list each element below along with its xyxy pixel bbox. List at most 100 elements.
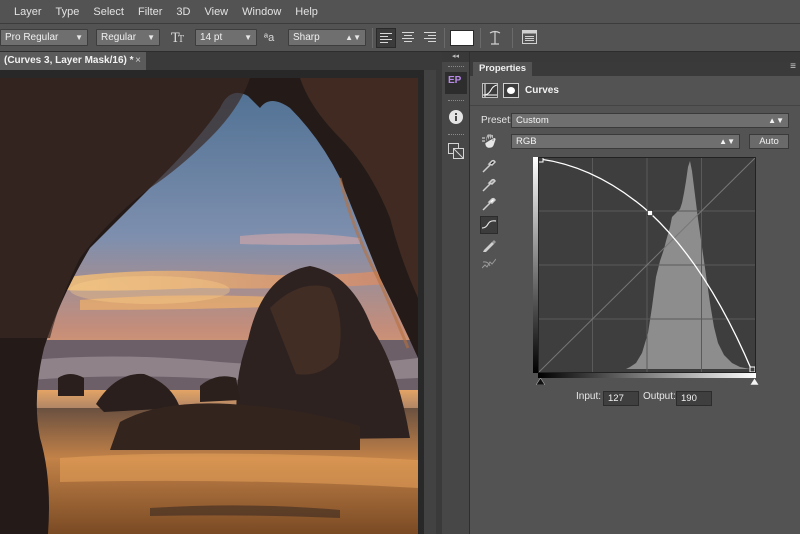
menu-3d[interactable]: 3D <box>169 0 197 24</box>
panel-title: Curves <box>525 85 559 96</box>
preset-value: Custom <box>516 115 549 126</box>
document-tab-title: (Curves 3, Layer Mask/16) * <box>4 55 134 66</box>
pencil-icon <box>483 240 496 252</box>
sea-cave-sunset-image <box>0 78 418 534</box>
panel-tab-row: Properties ≡ <box>470 61 800 76</box>
dock-grip[interactable] <box>448 134 464 136</box>
chevron-down-icon: ▲▼ <box>768 116 784 125</box>
align-right-button[interactable] <box>420 28 440 48</box>
options-bar: Pro Regular ▼ Regular ▼ TT 14 pt ▼ ªa Sh… <box>0 24 800 52</box>
eyedropper-icon <box>482 178 496 192</box>
collapse-dock-icon[interactable]: ◂◂ <box>442 52 469 62</box>
input-gradient-bar <box>538 373 756 378</box>
info-panel-button[interactable] <box>445 106 467 128</box>
output-field[interactable]: 190 <box>676 391 712 406</box>
font-size-value: 14 pt <box>200 32 223 43</box>
menu-select[interactable]: Select <box>86 0 131 24</box>
chevron-down-icon: ▲▼ <box>719 137 735 146</box>
document-tab[interactable]: (Curves 3, Layer Mask/16) * × <box>0 52 146 70</box>
text-color-swatch[interactable] <box>450 30 474 46</box>
channel-value: RGB <box>516 136 537 147</box>
divider <box>372 28 373 48</box>
dock-grip[interactable] <box>448 100 464 102</box>
svg-text:T: T <box>178 35 184 44</box>
layer-comps-panel-button[interactable] <box>445 140 467 162</box>
smooth-curve-tool[interactable] <box>480 255 498 273</box>
curves-adjustment-icon[interactable] <box>482 83 498 98</box>
document-canvas[interactable] <box>0 70 436 534</box>
mask-icon[interactable] <box>503 83 519 98</box>
canvas-vertical-scrollbar[interactable] <box>424 70 436 534</box>
ep-logo-icon: EP <box>445 72 467 94</box>
chevron-down-icon: ▼ <box>147 33 155 42</box>
document-tab-bar: (Curves 3, Layer Mask/16) * × <box>0 52 436 70</box>
preset-dropdown[interactable]: Custom ▲▼ <box>511 113 789 128</box>
divider <box>512 28 513 48</box>
targeted-adjustment-tool[interactable] <box>482 132 500 150</box>
output-label: Output: <box>643 391 676 402</box>
character-panel-icon[interactable] <box>522 30 537 48</box>
align-right-icon <box>424 32 436 42</box>
curve-endpoint-bottom[interactable] <box>749 366 756 373</box>
black-point-eyedropper[interactable] <box>480 157 498 175</box>
close-icon[interactable]: × <box>135 52 141 70</box>
panel-top-strip <box>470 52 800 62</box>
curve-points-icon <box>482 220 496 229</box>
menu-bar: Layer Type Select Filter 3D View Window … <box>0 0 800 24</box>
svg-text:EP: EP <box>448 75 462 86</box>
curves-graph[interactable] <box>538 157 756 373</box>
warp-text-icon[interactable] <box>488 30 502 50</box>
menu-view[interactable]: View <box>197 0 235 24</box>
font-size-dropdown[interactable]: 14 pt ▼ <box>195 29 257 46</box>
tab-properties[interactable]: Properties <box>473 62 532 76</box>
divider <box>480 28 481 48</box>
dock-grip[interactable] <box>448 66 464 68</box>
align-center-icon <box>402 32 414 42</box>
preset-label: Preset: <box>481 115 513 126</box>
font-family-dropdown[interactable]: Pro Regular ▼ <box>0 29 88 46</box>
curve-control-point[interactable] <box>647 210 653 216</box>
chevron-down-icon: ▲▼ <box>345 33 361 42</box>
auto-button[interactable]: Auto <box>749 134 789 149</box>
divider <box>444 28 445 48</box>
font-family-value: Pro Regular <box>5 32 59 43</box>
canvas-image <box>0 78 418 534</box>
ep-extension-button[interactable]: EP <box>445 72 467 94</box>
eyedropper-icon <box>482 197 496 211</box>
menu-type[interactable]: Type <box>49 0 87 24</box>
chevron-down-icon: ▼ <box>244 33 252 42</box>
anti-alias-icon: ªa <box>264 32 275 44</box>
draw-curve-tool[interactable] <box>480 236 498 254</box>
menu-window[interactable]: Window <box>235 0 288 24</box>
input-label: Input: <box>576 391 602 402</box>
anti-alias-value: Sharp <box>293 32 320 43</box>
font-style-value: Regular <box>101 32 137 43</box>
info-icon <box>449 110 463 124</box>
chevron-down-icon: ▼ <box>75 33 83 42</box>
input-field[interactable]: 127 <box>603 391 639 406</box>
white-point-eyedropper[interactable] <box>480 195 498 213</box>
channel-dropdown[interactable]: RGB ▲▼ <box>511 134 740 149</box>
panel-header: Curves <box>470 76 800 106</box>
hand-icon <box>482 133 497 149</box>
panel-menu-icon[interactable]: ≡ <box>790 61 796 72</box>
align-center-button[interactable] <box>398 28 418 48</box>
panel-dock: ◂◂ EP <box>442 52 470 534</box>
font-size-icon: TT <box>171 30 187 48</box>
gray-point-eyedropper[interactable] <box>480 176 498 194</box>
layer-comps-icon <box>448 143 464 159</box>
properties-panel: Properties ≡ Curves Preset: Custom ▲▼ RG… <box>470 52 800 534</box>
white-point-slider[interactable] <box>750 378 759 385</box>
align-left-button[interactable] <box>376 28 396 48</box>
align-left-icon <box>380 33 392 43</box>
edit-points-tool[interactable] <box>480 216 498 234</box>
smooth-icon <box>482 258 496 269</box>
menu-help[interactable]: Help <box>288 0 325 24</box>
font-style-dropdown[interactable]: Regular ▼ <box>96 29 160 46</box>
eyedropper-icon <box>482 159 496 173</box>
anti-alias-dropdown[interactable]: Sharp ▲▼ <box>288 29 366 46</box>
menu-filter[interactable]: Filter <box>131 0 169 24</box>
output-gradient-bar <box>533 157 538 373</box>
black-point-slider[interactable] <box>536 378 545 385</box>
menu-layer[interactable]: Layer <box>0 0 49 24</box>
